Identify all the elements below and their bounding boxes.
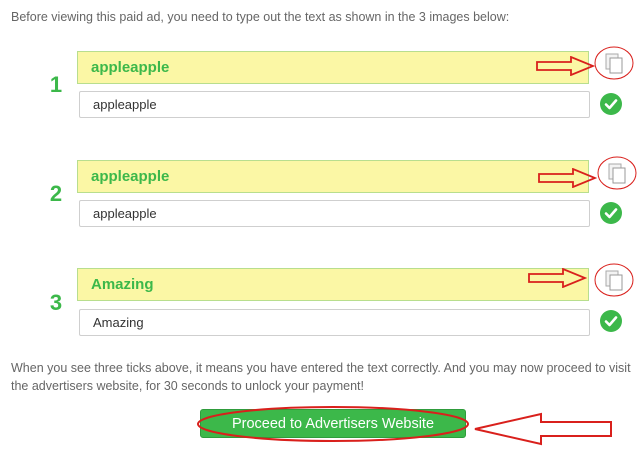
confirmation-text: When you see three ticks above, it means… <box>11 361 631 393</box>
row-number-1: 1 <box>49 72 63 97</box>
copy-icon-1[interactable] <box>594 45 636 81</box>
answer-input-1[interactable] <box>79 91 590 118</box>
proceed-button[interactable]: Proceed to Advertisers Website <box>200 409 466 438</box>
instructions-text: Before viewing this paid ad, you need to… <box>11 10 510 24</box>
answer-input-3[interactable] <box>79 309 590 336</box>
red-arrow-1 <box>536 56 595 76</box>
captcha-text-2: appleapple <box>77 160 589 193</box>
checkmark-icon-2 <box>600 202 622 224</box>
copy-icon-3[interactable] <box>594 262 636 298</box>
captcha-text-3: Amazing <box>77 268 589 301</box>
row-number-2: 2 <box>49 181 63 206</box>
red-arrow-3 <box>528 268 587 288</box>
red-arrow-button <box>474 412 612 446</box>
row-number-3: 3 <box>49 290 63 315</box>
red-arrow-2 <box>538 168 597 188</box>
answer-input-2[interactable] <box>79 200 590 227</box>
checkmark-icon-3 <box>600 310 622 332</box>
captcha-text-1: appleapple <box>77 51 589 84</box>
copy-icon-2[interactable] <box>597 155 639 191</box>
checkmark-icon-1 <box>600 93 622 115</box>
